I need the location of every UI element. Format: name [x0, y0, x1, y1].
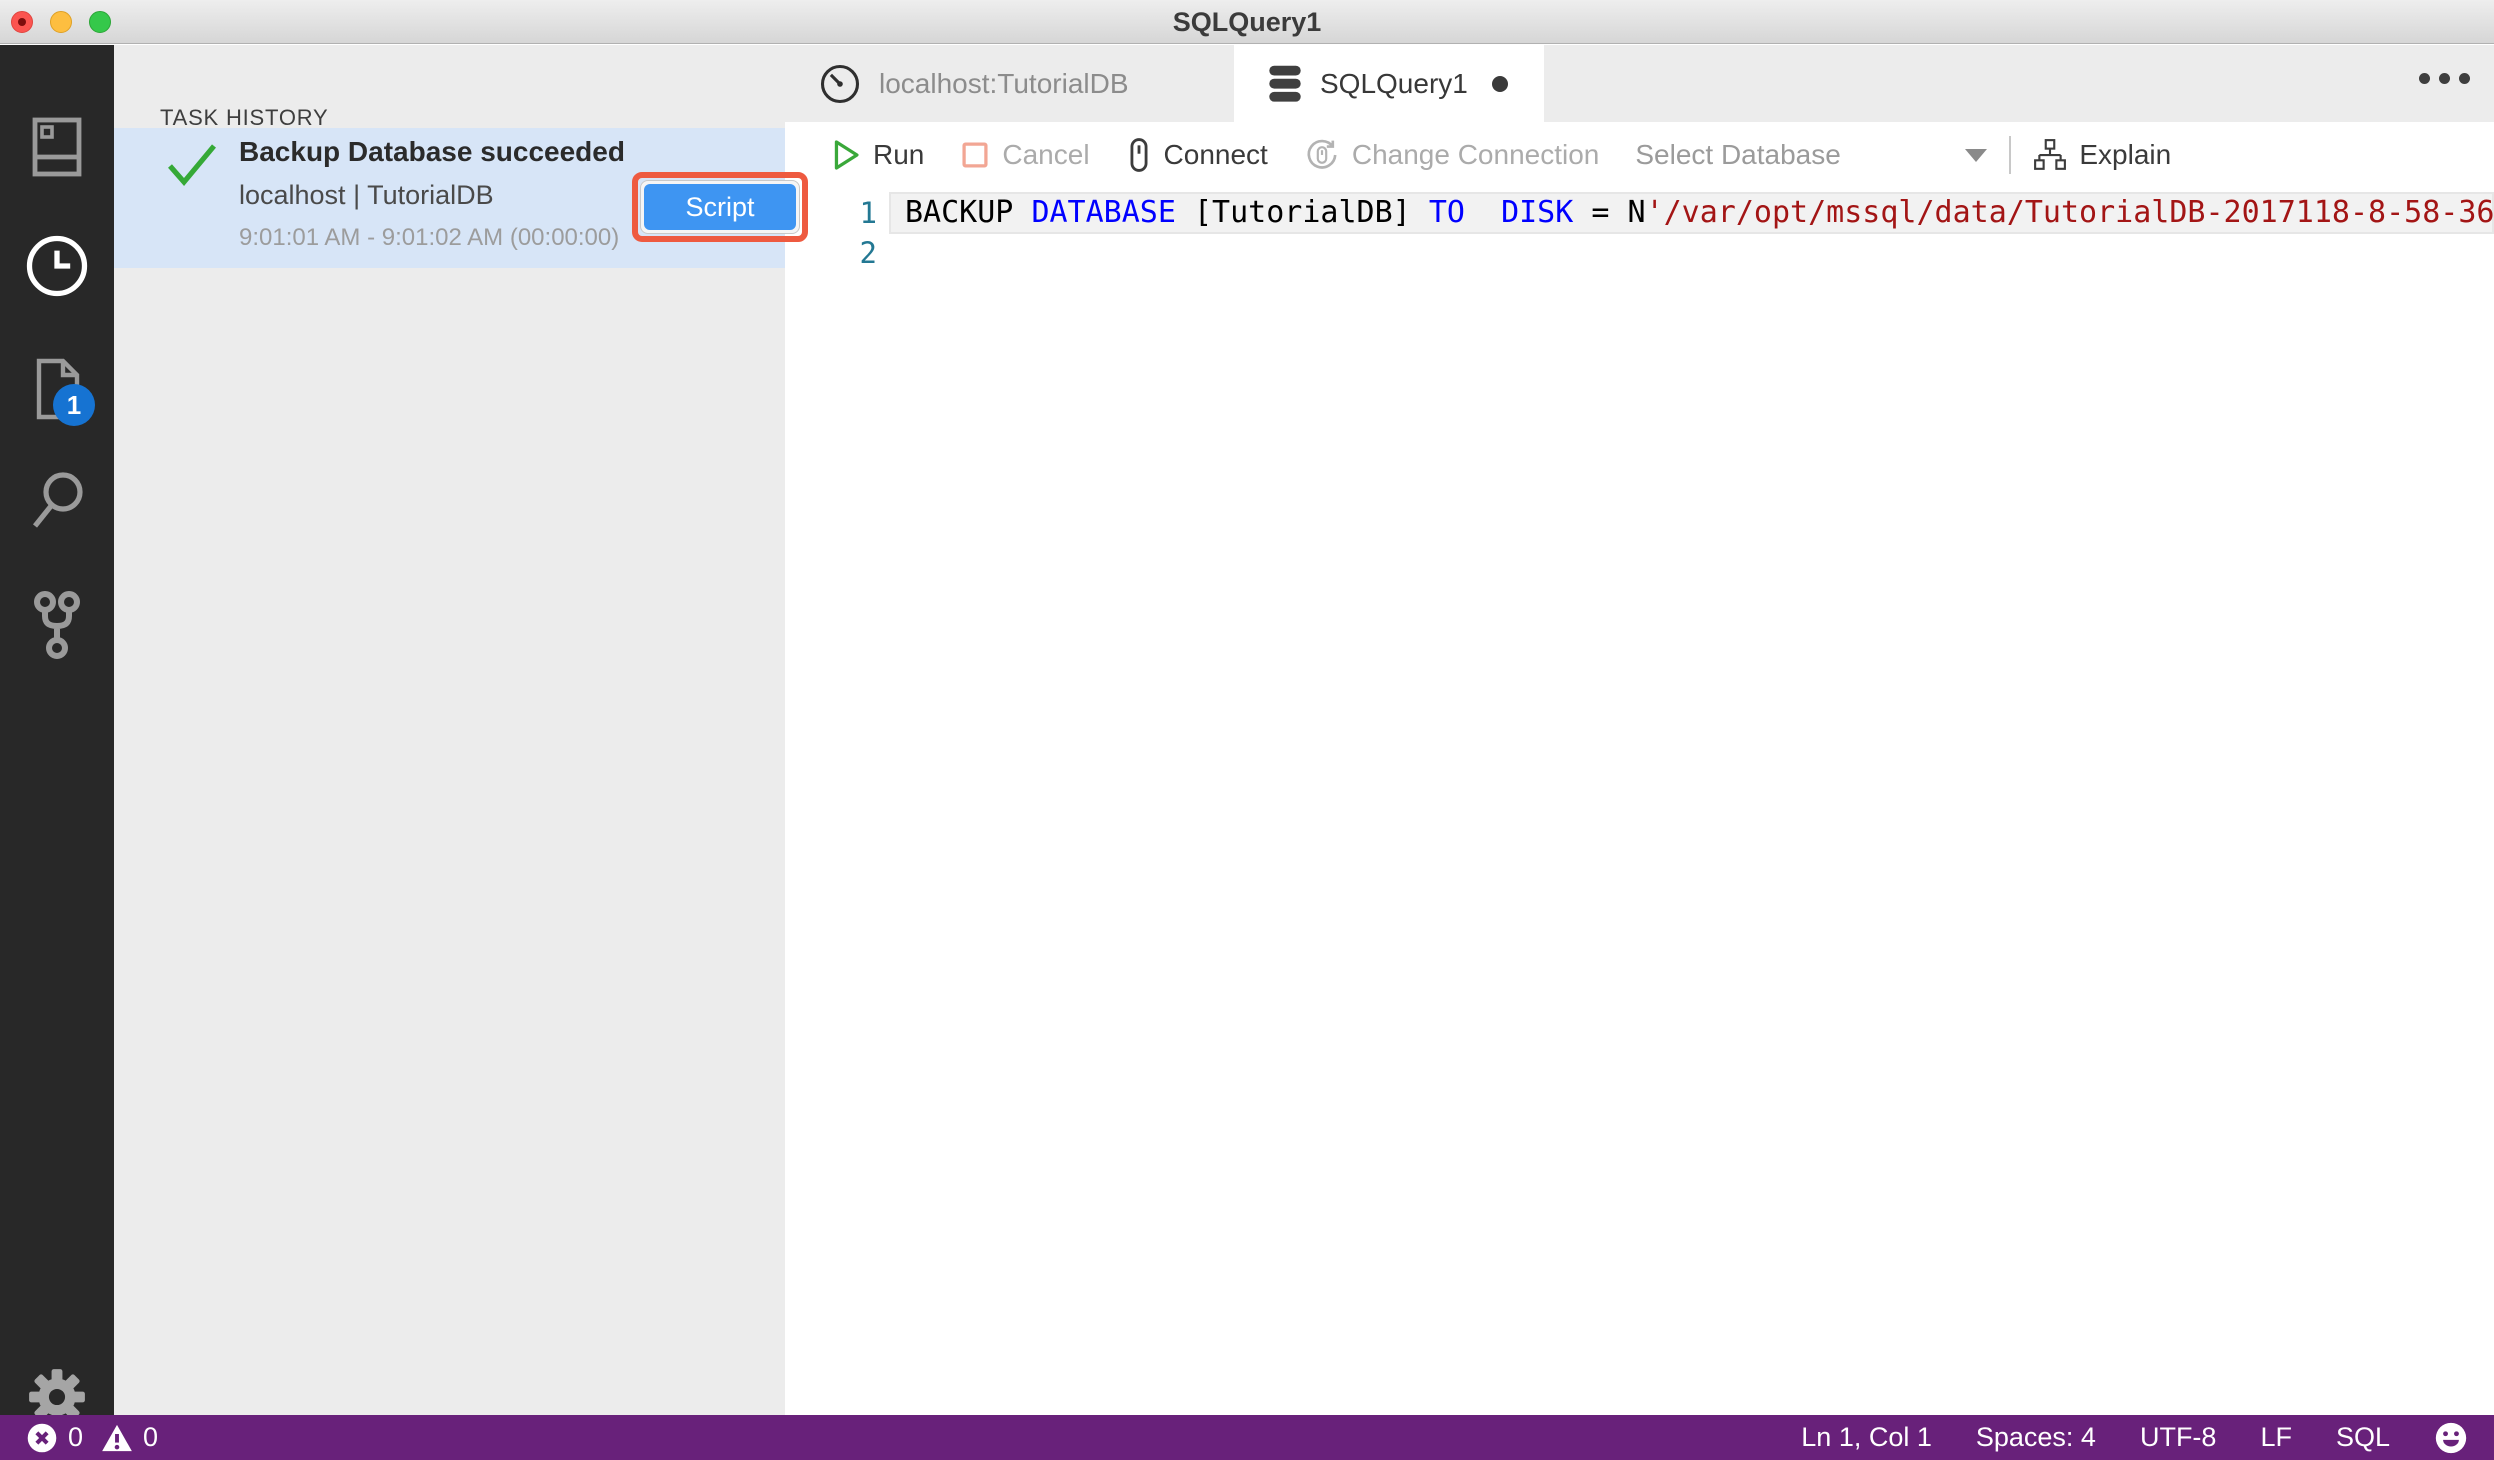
encoding-setting[interactable]: UTF-8: [2140, 1422, 2217, 1453]
task-server-database: localhost | TutorialDB: [239, 180, 494, 211]
task-title: Backup Database succeeded: [239, 136, 625, 168]
code-line-1[interactable]: BACKUP DATABASE [TutorialDB] TO DISK = N…: [905, 192, 2494, 234]
play-icon: [831, 139, 861, 171]
sidebar-item-task-history[interactable]: [0, 221, 114, 311]
script-button-chrome: Script: [640, 180, 800, 234]
task-history-panel: TASK HISTORY Backup Database succeeded l…: [114, 45, 785, 1415]
run-button[interactable]: Run: [831, 139, 924, 171]
tab-bar: localhost:TutorialDB SQLQuery1: [785, 45, 2494, 122]
change-connection-button[interactable]: Change Connection: [1304, 137, 1600, 173]
cancel-button[interactable]: Cancel: [960, 139, 1089, 171]
dashboard-icon: [819, 63, 861, 105]
change-connection-label: Change Connection: [1352, 139, 1600, 171]
warning-icon: [101, 1423, 133, 1453]
zoom-window-button[interactable]: [89, 11, 111, 33]
tab-label: localhost:TutorialDB: [879, 68, 1129, 100]
problems-indicator[interactable]: 0 0: [26, 1422, 158, 1454]
run-label: Run: [873, 139, 924, 171]
minimize-window-button[interactable]: [50, 11, 72, 33]
editor-group: localhost:TutorialDB SQLQuery1: [785, 45, 2494, 1415]
clock-icon: [24, 233, 90, 299]
warning-count: 0: [143, 1422, 158, 1453]
script-button[interactable]: Script: [644, 184, 796, 230]
ellipsis-icon: [2459, 73, 2470, 84]
annotation-highlight-ring: Script: [632, 172, 808, 242]
unsaved-changes-dot-icon[interactable]: [1492, 76, 1508, 92]
close-window-button[interactable]: [11, 11, 33, 33]
tab-label: SQLQuery1: [1320, 68, 1468, 100]
language-mode[interactable]: SQL: [2336, 1422, 2390, 1453]
connect-button[interactable]: Connect: [1126, 137, 1268, 173]
connect-label: Connect: [1164, 139, 1268, 171]
tab-sqlquery1[interactable]: SQLQuery1: [1234, 45, 1544, 122]
window-title: SQLQuery1: [0, 0, 2494, 44]
sidebar-item-connections[interactable]: [0, 102, 114, 192]
explain-button[interactable]: Explain: [2033, 137, 2171, 173]
search-icon: [27, 470, 87, 534]
eol-setting[interactable]: LF: [2260, 1422, 2292, 1453]
cursor-position[interactable]: Ln 1, Col 1: [1801, 1422, 1932, 1453]
more-actions-button[interactable]: [2419, 73, 2470, 84]
indentation-setting[interactable]: Spaces: 4: [1976, 1422, 2096, 1453]
activity-bar: 1: [0, 45, 114, 1416]
select-database-dropdown[interactable]: Select Database: [1635, 139, 1987, 171]
stop-square-icon: [960, 140, 990, 170]
sidebar-item-search[interactable]: [0, 457, 114, 547]
checkmark-icon: [166, 142, 218, 188]
error-icon: [26, 1422, 58, 1454]
tab-localhost-tutorialdb[interactable]: localhost:TutorialDB: [785, 45, 1234, 122]
ellipsis-icon: [2439, 73, 2450, 84]
feedback-smiley-icon[interactable]: [2434, 1421, 2468, 1455]
explain-label: Explain: [2079, 139, 2171, 171]
refresh-plug-icon: [1304, 137, 1340, 173]
open-editors-count-badge: 1: [53, 384, 95, 426]
ellipsis-icon: [2419, 73, 2430, 84]
status-bar: 0 0 Ln 1, Col 1 Spaces: 4 UTF-8 LF SQL: [0, 1415, 2494, 1460]
git-branch-icon: [27, 590, 87, 660]
toolbar-divider: [2009, 136, 2011, 174]
sidebar-item-source-control[interactable]: [0, 580, 114, 670]
sidebar-item-open-editors[interactable]: 1: [0, 344, 114, 434]
cancel-label: Cancel: [1002, 139, 1089, 171]
query-plan-icon: [2033, 137, 2067, 173]
database-icon: [1268, 64, 1302, 104]
query-toolbar: Run Cancel Connect: [785, 122, 2494, 188]
task-timestamps: 9:01:01 AM - 9:01:02 AM (00:00:00): [239, 224, 619, 252]
chevron-down-icon: [1965, 149, 1987, 162]
plug-icon: [1126, 137, 1152, 173]
error-count: 0: [68, 1422, 83, 1453]
sql-editor[interactable]: 1 2 BACKUP DATABASE [TutorialDB] TO DISK…: [785, 188, 2494, 1415]
select-database-label: Select Database: [1635, 139, 1840, 171]
server-icon: [28, 116, 86, 178]
titlebar: SQLQuery1: [0, 0, 2494, 44]
